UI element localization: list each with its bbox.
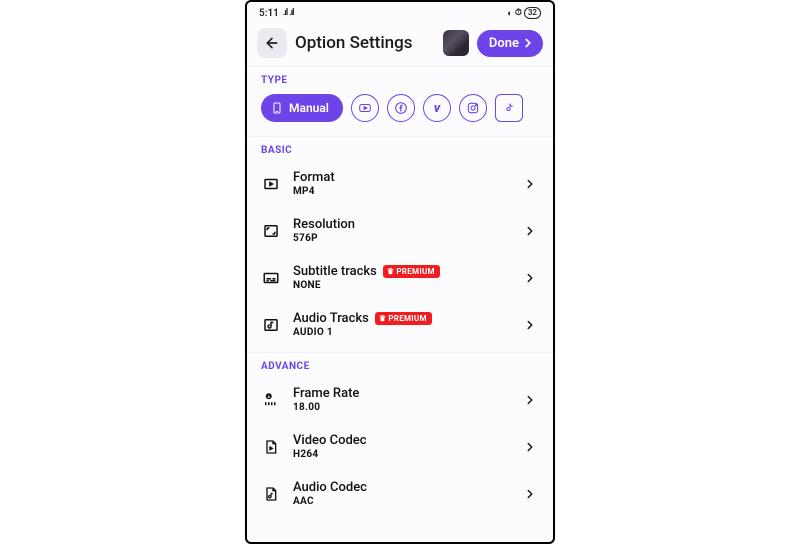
premium-badge: ♛PREMIUM [375,312,432,325]
phone-icon [271,100,283,116]
status-bar: 5:11 .ıl .ıl ◐ ⏱ 32 [247,2,553,24]
signal-icon-2: .ıl [289,8,293,18]
tiktok-icon [503,102,515,114]
videocodec-value: H264 [293,449,511,460]
row-frame-rate[interactable]: A Frame Rate 18.00 [247,376,553,423]
row-format[interactable]: Format MP4 [247,160,553,207]
chevron-right-icon [523,271,537,285]
audio-value: AUDIO 1 [293,327,511,338]
section-label-advance: ADVANCE [247,353,553,376]
subtitle-value: NONE [293,280,511,291]
row-video-codec[interactable]: Video Codec H264 [247,423,553,470]
audiocodec-value: AAC [293,496,511,507]
instagram-icon [466,101,480,115]
frame-rate-icon: A [261,390,281,410]
youtube-icon [358,101,372,115]
format-label: Format [293,170,335,185]
section-label-type: TYPE [247,67,553,90]
time-label: 5:11 [259,8,279,19]
type-facebook-button[interactable] [387,94,415,122]
framerate-value: 18.00 [293,402,511,413]
format-value: MP4 [293,186,511,197]
audio-tracks-icon [261,315,281,335]
chevron-right-icon [523,393,537,407]
resolution-icon [261,221,281,241]
section-label-basic: BASIC [247,137,553,160]
row-resolution[interactable]: Resolution 576P [247,207,553,254]
type-manual-label: Manual [289,101,329,115]
type-row: Manual v [247,90,553,137]
crown-icon: ♛ [387,267,394,276]
arrow-left-icon [264,35,280,51]
moon-icon: ◐ [507,8,512,19]
chevron-right-icon [523,224,537,238]
audiocodec-label: Audio Codec [293,480,367,495]
page-title: Option Settings [295,33,435,53]
battery-indicator: 32 [524,7,541,19]
audio-codec-icon [261,484,281,504]
phone-frame: 5:11 .ıl .ıl ◐ ⏱ 32 Option Settings Done… [245,0,555,544]
facebook-icon [394,101,408,115]
subtitle-icon [261,268,281,288]
header: Option Settings Done [247,24,553,67]
back-button[interactable] [257,28,287,58]
row-audio-codec[interactable]: Audio Codec AAC [247,470,553,511]
resolution-value: 576P [293,233,511,244]
done-button-label: Done [489,36,519,51]
resolution-label: Resolution [293,217,355,232]
row-subtitle-tracks[interactable]: Subtitle tracks ♛PREMIUM NONE [247,254,553,301]
subtitle-label: Subtitle tracks [293,264,377,279]
videocodec-label: Video Codec [293,433,367,448]
crown-icon: ♛ [379,314,386,323]
type-manual-chip[interactable]: Manual [261,94,343,122]
type-vimeo-button[interactable]: v [423,94,451,122]
type-tiktok-button[interactable] [495,94,523,122]
alarm-icon: ⏱ [515,8,522,18]
video-codec-icon [261,437,281,457]
row-audio-tracks[interactable]: Audio Tracks ♛PREMIUM AUDIO 1 [247,301,553,348]
type-youtube-button[interactable] [351,94,379,122]
vimeo-icon: v [434,101,440,116]
audio-label: Audio Tracks [293,311,369,326]
chevron-right-icon [523,487,537,501]
format-icon [261,174,281,194]
chevron-right-icon [523,440,537,454]
premium-badge: ♛PREMIUM [383,265,440,278]
media-thumbnail[interactable] [443,30,469,56]
chevron-right-icon [521,36,535,50]
chevron-right-icon [523,318,537,332]
framerate-label: Frame Rate [293,386,359,401]
type-instagram-button[interactable] [459,94,487,122]
done-button[interactable]: Done [477,30,543,57]
chevron-right-icon [523,177,537,191]
signal-icon: .ıl [283,8,287,18]
